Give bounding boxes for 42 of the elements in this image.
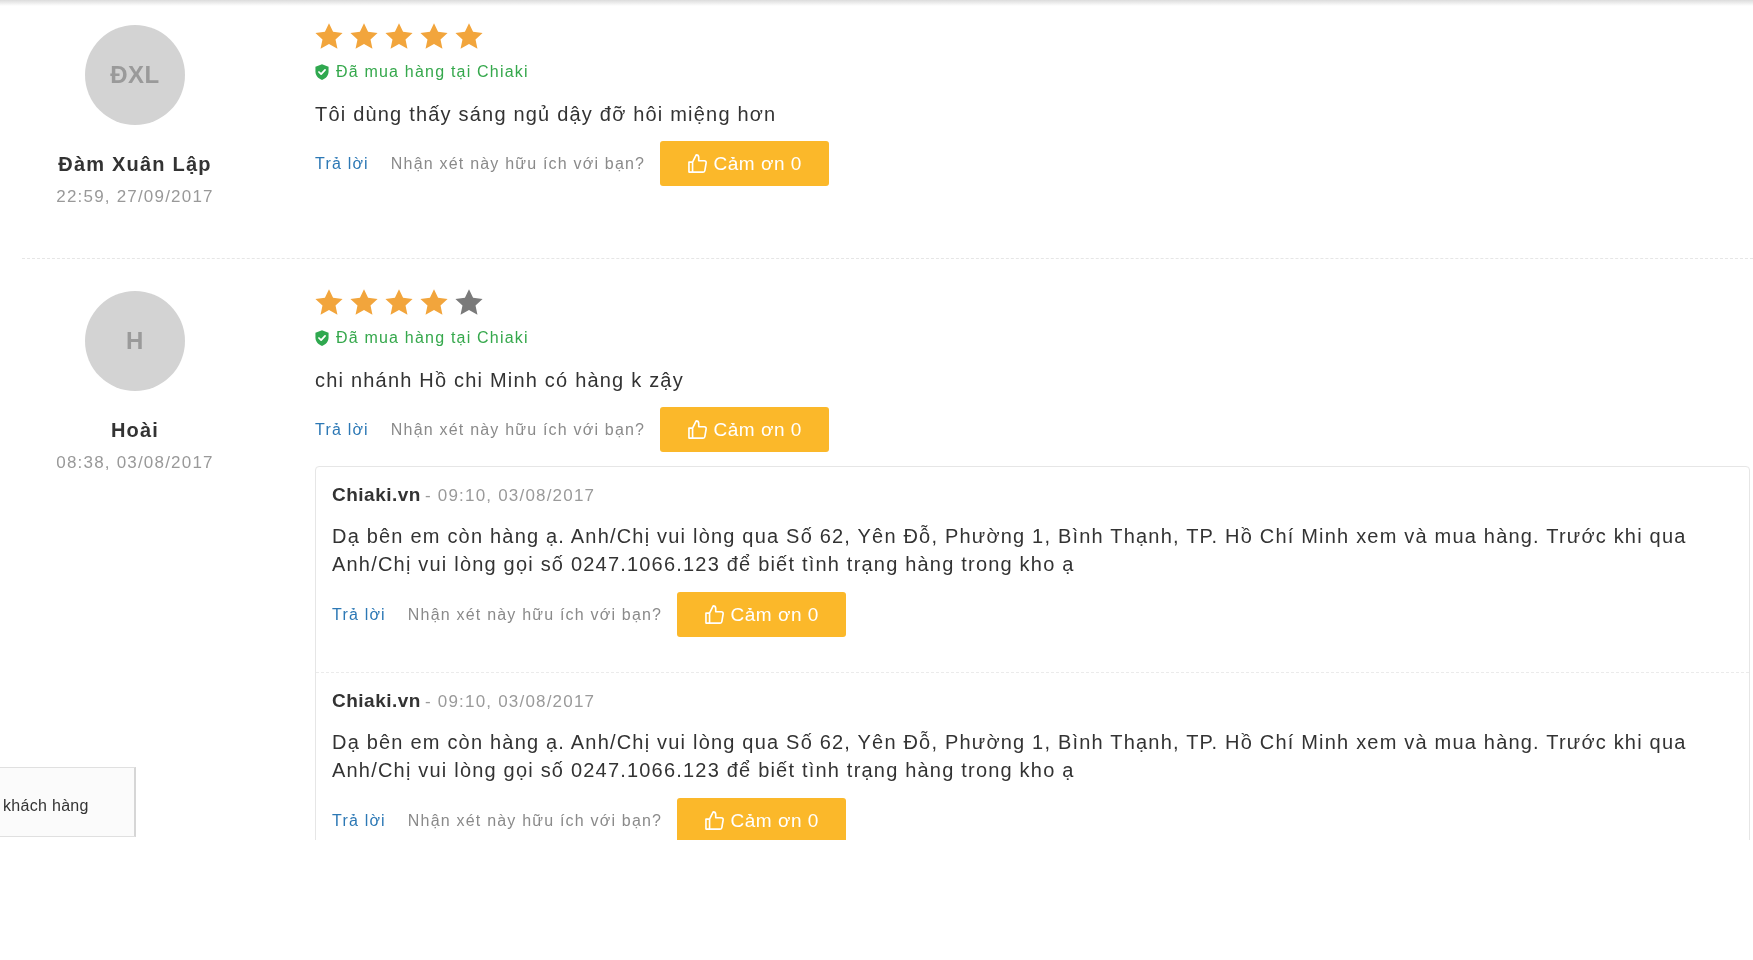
side-panel-label: khách hàng — [3, 796, 89, 816]
review-comment: chi nhánh Hồ chi Minh có hàng k zậy — [315, 368, 685, 393]
reply-author: Chiaki.vn — [332, 690, 421, 711]
star-icon — [315, 289, 343, 315]
star-icon — [350, 289, 378, 315]
star-icon — [385, 23, 413, 49]
reply-link[interactable]: Trả lời — [332, 605, 386, 624]
reply-link[interactable]: Trả lời — [315, 154, 369, 173]
reply-time: - 09:10, 03/08/2017 — [425, 486, 596, 505]
reply-link[interactable]: Trả lời — [315, 420, 369, 439]
helpful-prompt: Nhận xét này hữu ích với bạn? — [407, 605, 663, 624]
reply-author: Chiaki.vn — [332, 484, 421, 505]
star-icon — [315, 23, 343, 49]
helpful-prompt: Nhận xét này hữu ích với bạn? — [407, 811, 663, 830]
reviewer-name: Đàm Xuân Lập — [58, 152, 212, 176]
star-icon — [455, 289, 483, 315]
thumbs-up-icon — [687, 154, 708, 173]
side-panel[interactable]: khách hàng — [0, 767, 136, 837]
thumbs-up-icon — [704, 605, 725, 624]
reply-text: Dạ bên em còn hàng ạ. Anh/Chị vui lòng qua Số 62, Yên Đỗ, Phường 1, Bình Thạnh, TP. Hồ Chí Minh xem và mua hàng. Trước khi qua Anh/Chị vui lòng gọi số 0247.1066.123 để biết tình trạng hàng trong kho ạ — [332, 730, 1688, 783]
star-icon — [420, 23, 448, 49]
reply-time: - 09:10, 03/08/2017 — [425, 692, 596, 711]
star-icon — [455, 23, 483, 49]
helpful-prompt: Nhận xét này hữu ích với bạn? — [390, 420, 646, 439]
review-comment: Tôi dùng thấy sáng ngủ dậy đỡ hôi miệng hơn — [315, 102, 778, 127]
thumbs-up-icon — [687, 420, 708, 439]
check-shield-icon — [315, 330, 329, 346]
star-icon — [385, 289, 413, 315]
thumbs-up-icon — [704, 811, 725, 830]
review-time: 22:59, 27/09/2017 — [56, 186, 214, 208]
user-avatar: ĐXL — [85, 25, 185, 125]
purchase-status-label: Đã mua hàng tại Chiaki — [336, 62, 529, 82]
reply-link[interactable]: Trả lời — [332, 811, 386, 830]
star-icon — [350, 23, 378, 49]
reply-text: Dạ bên em còn hàng ạ. Anh/Chị vui lòng qua Số 62, Yên Đỗ, Phường 1, Bình Thạnh, TP. Hồ Chí Minh xem và mua hàng. Trước khi qua Anh/Chị vui lòng gọi số 0247.1066.123 để biết tình trạng hàng trong kho ạ — [332, 524, 1688, 577]
star-icon — [420, 289, 448, 315]
helpful-prompt: Nhận xét này hữu ích với bạn? — [390, 154, 646, 173]
user-avatar: H — [85, 291, 185, 391]
review-time: 08:38, 03/08/2017 — [56, 452, 214, 474]
reviewer-name: Hoài — [110, 418, 160, 442]
check-shield-icon — [315, 64, 329, 80]
purchase-status-label: Đã mua hàng tại Chiaki — [336, 328, 529, 348]
